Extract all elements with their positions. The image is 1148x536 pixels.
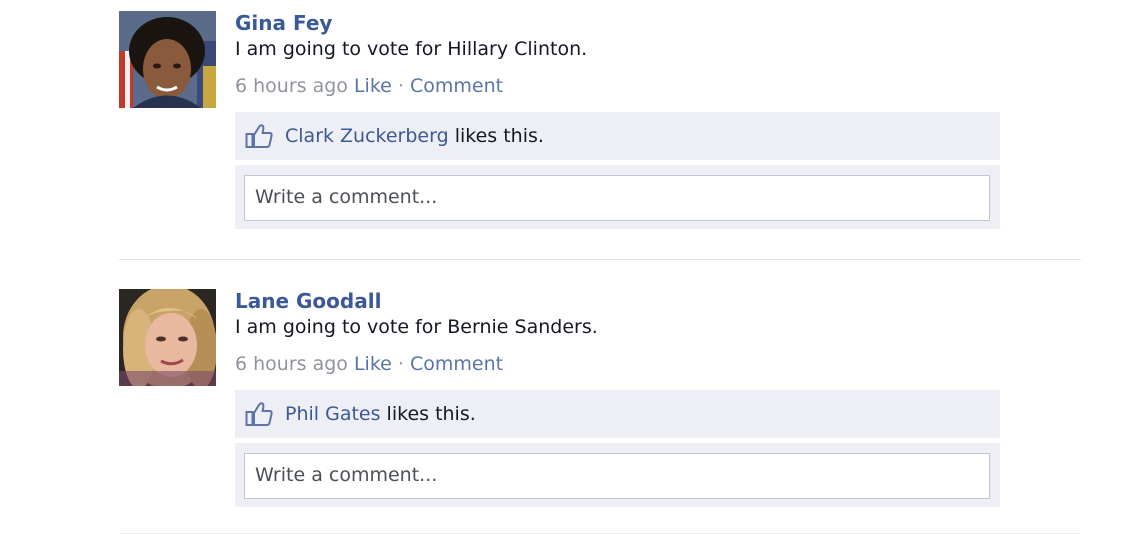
comment-link[interactable]: Comment [410,353,503,375]
avatar[interactable] [119,289,216,386]
post-meta: 6 hours ago Like · Comment [235,73,503,99]
comment-input[interactable]: Write a comment... [244,175,990,221]
like-link[interactable]: Like [354,75,392,97]
liker-name[interactable]: Clark Zuckerberg [285,125,449,147]
post-author[interactable]: Gina Fey [235,10,332,36]
likes-bar: Clark Zuckerberg likes this. [235,112,1000,160]
thumbs-up-icon [245,124,273,148]
post-status: I am going to vote for Hillary Clinton. [235,38,588,60]
likes-text: Phil Gates likes this. [285,401,476,427]
post-meta: 6 hours ago Like · Comment [235,351,503,377]
likes-suffix: likes this. [448,125,544,147]
comment-placeholder: Write a comment... [255,464,438,486]
likes-suffix: likes this. [380,403,476,425]
avatar[interactable] [119,11,216,108]
comment-input[interactable]: Write a comment... [244,453,990,499]
likes-text: Clark Zuckerberg likes this. [285,123,544,149]
profile-photo [119,11,216,108]
separator: · [397,353,404,375]
comment-link[interactable]: Comment [410,75,503,97]
post: Lane Goodall I am going to vote for Bern… [0,278,1148,518]
like-link[interactable]: Like [354,353,392,375]
post: Gina Fey I am going to vote for Hillary … [0,0,1148,240]
comment-bar: Write a comment... [235,443,1000,507]
liker-name[interactable]: Phil Gates [285,403,381,425]
comment-bar: Write a comment... [235,165,1000,229]
thumbs-up-icon [245,402,273,426]
post-time[interactable]: 6 hours ago [235,353,348,375]
separator: · [397,75,404,97]
likes-bar: Phil Gates likes this. [235,390,1000,438]
post-author[interactable]: Lane Goodall [235,288,381,314]
post-status: I am going to vote for Bernie Sanders. [235,316,598,338]
post-divider [119,259,1081,260]
post-divider [119,533,1081,534]
comment-placeholder: Write a comment... [255,186,438,208]
post-time[interactable]: 6 hours ago [235,75,348,97]
profile-photo [119,289,216,386]
